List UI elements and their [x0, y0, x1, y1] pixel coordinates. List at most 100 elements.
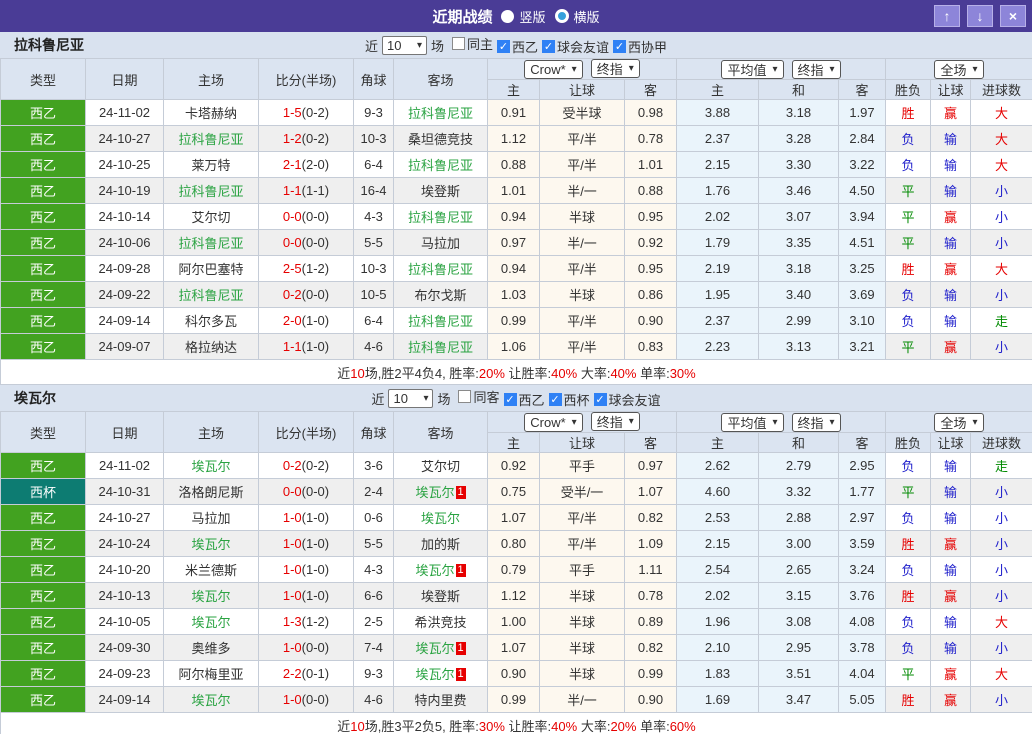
result-cell: 平 [885, 333, 931, 360]
results-table-home: 类型 日期 主场 比分(半场) 角球 客场 Crow* ▾ 终指 ▾ 平均值 ▾ 终指 ▾ … [0, 58, 1032, 385]
handicap-result-cell: 赢 [930, 530, 971, 557]
avg-draw-cell: 3.08 [758, 608, 839, 635]
checkbox-checked-icon[interactable]: ✓ [613, 40, 627, 53]
away-team-cell: 拉科鲁尼亚 [393, 255, 488, 282]
checkbox-checked-icon[interactable]: ✓ [593, 393, 607, 406]
odds-dropdown-cell: Crow* ▾ 终指 ▾ [487, 411, 677, 433]
odds-away-cell: 0.78 [624, 125, 677, 152]
fulltime-score: 1-5 [282, 105, 302, 120]
recent-count-select[interactable]: 10 ▾ [381, 35, 427, 55]
handicap-result-cell: 输 [930, 307, 971, 334]
handicap-result-cell: 输 [930, 229, 971, 256]
bookmaker-select[interactable]: Crow* ▾ [524, 60, 583, 79]
league-cell: 西乙 [0, 530, 86, 557]
date-cell: 24-09-23 [85, 660, 164, 687]
orientation-radio-horizontal[interactable]: 横版 [554, 7, 600, 26]
average-select[interactable]: 平均值 ▾ [721, 412, 784, 432]
goals-result-cell: 小 [969, 478, 1032, 505]
orientation-radio-vertical[interactable]: 竖版 [501, 7, 546, 26]
away-team-cell: 桑坦德竞技 [393, 125, 488, 152]
avg-away-cell: 3.69 [838, 281, 886, 308]
chevron-down-icon: ▾ [416, 39, 422, 51]
score-cell: 1-3(1-2) [258, 608, 354, 635]
subheader-handicap-result: 让球 [930, 79, 971, 100]
match-row: 西杯 24-10-31 洛格朗尼斯 0-0(0-0) 2-4 埃瓦尔 1 0.75 受半/一 1.… [0, 478, 1032, 505]
corners-cell: 7-4 [353, 634, 394, 661]
team-name-text: 希洪竞技 [414, 615, 467, 630]
odds-stage-select[interactable]: 终指 ▾ [590, 59, 640, 78]
bookmaker-select[interactable]: Crow* ▾ [524, 413, 583, 432]
checkbox-checked-icon[interactable]: ✓ [497, 40, 510, 53]
red-card-badge: 1 [455, 564, 466, 577]
league-cell: 西乙 [0, 686, 86, 713]
away-team-cell: 拉科鲁尼亚 [393, 203, 488, 230]
goals-result-cell: 小 [969, 556, 1032, 583]
team-name-text: 拉科鲁尼亚 [407, 158, 473, 173]
results-table-away: 类型 日期 主场 比分(半场) 角球 客场 Crow* ▾ 终指 ▾ 平均值 ▾ 终指 ▾ … [0, 411, 1032, 734]
full-match-select[interactable]: 全场 ▾ [934, 59, 984, 79]
avg-home-cell: 3.88 [676, 99, 759, 126]
checkbox-unchecked-icon[interactable] [451, 37, 465, 50]
avg-draw-cell: 3.28 [758, 125, 839, 152]
scroll-up-button[interactable]: ↑ [934, 5, 960, 27]
avg-stage-select[interactable]: 终指 ▾ [791, 59, 841, 79]
goals-result-cell: 大 [969, 255, 1032, 282]
checkbox-label: 西协甲 [628, 40, 668, 55]
result-cell: 平 [885, 229, 931, 256]
avg-home-cell: 2.37 [676, 125, 759, 152]
date-cell: 24-10-24 [85, 530, 164, 557]
avg-away-cell: 3.78 [838, 634, 886, 661]
checkbox-checked-icon[interactable]: ✓ [542, 40, 556, 53]
match-row: 西乙 24-11-02 卡塔赫纳 1-5(0-2) 9-3 拉科鲁尼亚 0.91 受半球 0.9… [0, 99, 1032, 126]
recent-count-select[interactable]: 10 ▾ [388, 388, 434, 408]
checkbox-checked-icon[interactable]: ✓ [503, 393, 517, 406]
match-row: 西乙 24-10-20 米兰德斯 1-0(1-0) 4-3 埃瓦尔 1 0.79 平手 1.11 2… [0, 556, 1032, 583]
average-select[interactable]: 平均值 ▾ [721, 59, 784, 79]
odds-home-cell: 1.06 [487, 333, 540, 360]
team-name-text: 埃瓦尔 [415, 641, 455, 656]
chevron-down-icon: ▾ [571, 417, 577, 428]
fullmatch-dropdown-cell: 全场 ▾ [884, 58, 1032, 80]
red-card-badge: 1 [455, 486, 466, 499]
avg-draw-cell: 3.15 [758, 582, 839, 609]
checkbox-checked-icon[interactable]: ✓ [548, 393, 562, 406]
checkbox-unchecked-icon[interactable] [458, 390, 472, 403]
full-match-select[interactable]: 全场 ▾ [934, 412, 984, 432]
goals-result-cell: 走 [969, 452, 1032, 479]
team-name-text: 拉科鲁尼亚 [407, 340, 473, 355]
result-cell: 负 [885, 452, 931, 479]
home-team-cell: 埃瓦尔 [163, 686, 259, 713]
radio-unselected-icon[interactable] [554, 9, 569, 23]
team-name-text: 埃瓦尔 [415, 667, 455, 682]
handicap-result-cell: 输 [930, 151, 971, 178]
halftime-score: (1-0) [301, 510, 330, 525]
home-team-cell: 奥维多 [163, 634, 259, 661]
avg-stage-select[interactable]: 终指 ▾ [791, 412, 841, 432]
league-cell: 西乙 [0, 151, 86, 178]
radio-selected-icon[interactable] [501, 9, 515, 23]
corners-cell: 3-6 [353, 452, 394, 479]
team-name-text: 桑坦德竞技 [407, 132, 473, 147]
avg-away-cell: 2.97 [838, 504, 886, 531]
result-cell: 负 [885, 307, 931, 334]
avg-home-cell: 2.37 [676, 307, 759, 334]
away-team-cell: 特内里费 [393, 686, 488, 713]
summary-part: 40% [551, 718, 578, 734]
close-button[interactable]: × [1000, 5, 1026, 27]
handicap-cell: 平/半 [539, 125, 625, 152]
halftime-score: (1-0) [301, 562, 330, 577]
avg-away-cell: 4.08 [838, 608, 886, 635]
subheader-odds-home: 主 [487, 79, 540, 100]
subheader-handicap-result: 让球 [930, 432, 971, 453]
close-icon: × [1008, 8, 1018, 24]
date-cell: 24-10-25 [85, 151, 164, 178]
odds-stage-select[interactable]: 终指 ▾ [590, 412, 640, 431]
radio-label: 横版 [573, 9, 600, 25]
corners-cell: 0-6 [353, 504, 394, 531]
filter-checkbox-item: ✓ 球会友谊 [593, 390, 661, 409]
handicap-cell: 受半/一 [539, 478, 625, 505]
filter-checkbox-item: ✓ 西协甲 [613, 37, 667, 56]
league-cell: 西乙 [0, 281, 86, 308]
scroll-down-button[interactable]: ↓ [967, 5, 993, 27]
chevron-down-icon: ▾ [829, 416, 835, 428]
